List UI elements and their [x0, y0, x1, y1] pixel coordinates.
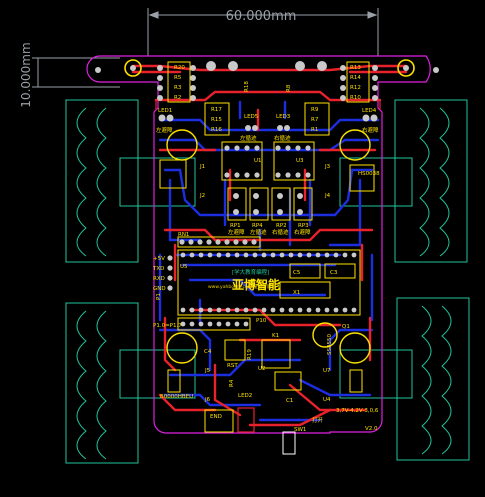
- label-open: 打开: [312, 416, 324, 424]
- pot-caption-1: 左避障: [228, 228, 245, 236]
- label-r15: R15: [211, 117, 222, 123]
- pcb-layout-canvas[interactable]: 60.000mm 10.000mm R20 R5 R3 R2 R13 R14 R…: [0, 0, 485, 497]
- label-led5: LED5: [244, 114, 259, 120]
- power-switch-body: [282, 431, 296, 455]
- label-r2: R2: [174, 95, 181, 101]
- label-r7: R7: [311, 117, 319, 123]
- label-j5: J5: [204, 368, 211, 374]
- label-u1: U1: [254, 158, 262, 164]
- label-r8: R8: [286, 84, 292, 92]
- label-led4: LED4: [362, 108, 377, 114]
- label-j4: J4: [324, 193, 331, 199]
- label-j2: J2: [199, 193, 205, 199]
- label-r10: R10: [350, 95, 361, 101]
- label-r18: R18: [244, 81, 250, 92]
- label-r4: R4: [229, 379, 235, 387]
- label-led3: LED3: [276, 114, 291, 120]
- caption-left-avoid: 左避障: [156, 126, 173, 134]
- pot-caption-4: 右避障: [294, 228, 311, 236]
- label-u4: U4: [323, 397, 331, 403]
- brand-small-text: [学大教育编程]: [232, 268, 269, 276]
- pot-caption-2: 左循迹: [250, 228, 267, 236]
- label-r13: R13: [350, 65, 361, 71]
- label-battery-left: B0000HBEU: [160, 394, 193, 400]
- label-k1: K1: [272, 333, 279, 339]
- label-rn1: RN1: [178, 232, 189, 238]
- silkscreen-outlines: [159, 61, 375, 433]
- label-r9: R9: [311, 107, 319, 113]
- pin-label-gnd: GND: [153, 286, 166, 292]
- label-j1: J1: [199, 164, 205, 170]
- label-rp3: RP3: [298, 223, 309, 229]
- label-rst: RST: [227, 363, 238, 369]
- caption-right-track: 右循迹: [274, 134, 291, 142]
- width-dimension-label: 60.000mm: [226, 9, 297, 24]
- label-p1: P1: [156, 293, 162, 300]
- label-u2: U2: [258, 366, 266, 372]
- pot-caption-3: 右循迹: [272, 228, 289, 236]
- label-sw1: SW1: [294, 427, 306, 433]
- label-end: END: [210, 414, 222, 420]
- brand-sub-text: www.yahboom.com 亚博智能: [208, 283, 272, 290]
- label-j6: J6: [204, 397, 211, 403]
- label-battery-right: 3,7V-4.2V-3,0,6: [336, 408, 379, 414]
- pin-label-5v: +5V: [153, 256, 165, 262]
- label-rp2: RP2: [276, 223, 287, 229]
- label-r14: R14: [350, 75, 361, 81]
- label-r20: R20: [174, 65, 185, 71]
- label-u7: U7: [323, 368, 331, 374]
- caption-left-track: 左循迹: [240, 134, 257, 142]
- label-x1: X1: [293, 290, 300, 296]
- label-c5: C5: [293, 270, 301, 276]
- label-u5: U5: [180, 264, 188, 270]
- label-r5: R5: [174, 75, 182, 81]
- label-rp4: RP4: [252, 223, 263, 229]
- label-u3: U3: [296, 158, 304, 164]
- label-led1: LED1: [158, 108, 172, 114]
- label-c4: C4: [204, 349, 212, 355]
- label-q1: Q1: [342, 324, 350, 330]
- label-p10: P10: [256, 318, 267, 324]
- label-j3: J3: [324, 164, 331, 170]
- label-ir: HS0038: [358, 171, 380, 177]
- caption-right-avoid: 右避障: [362, 126, 379, 134]
- label-p1-range: P1.0=P1.7: [153, 323, 182, 329]
- label-r1: R1: [311, 127, 318, 133]
- pin-label-rxd: RXD: [153, 276, 165, 282]
- label-c3: C3: [330, 270, 338, 276]
- label-rp1: RP1: [230, 223, 241, 229]
- dimension-annotations: [32, 8, 379, 88]
- label-r16: R16: [211, 127, 222, 133]
- label-r12: R12: [350, 85, 361, 91]
- label-r17: R17: [211, 107, 222, 113]
- label-c1: C1: [286, 398, 293, 404]
- label-ss8550: SS8550: [327, 334, 333, 355]
- label-r19: R19: [247, 349, 253, 360]
- label-r3: R3: [174, 85, 182, 91]
- label-version: V2.0: [365, 426, 378, 432]
- height-dimension-label: 10.000mm: [19, 42, 33, 107]
- pin-label-txd: TXD: [152, 266, 164, 272]
- label-led2: LED2: [238, 393, 252, 399]
